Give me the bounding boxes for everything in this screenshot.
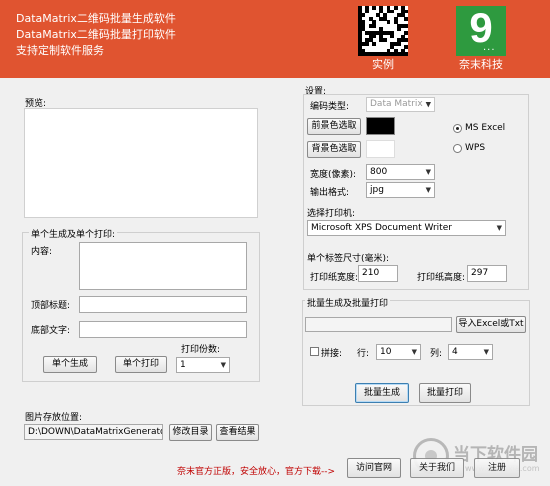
chevron-down-icon: ▼ [483, 348, 489, 356]
footer-message: 奈末官方正版，安全放心，官方下载--> [177, 467, 336, 477]
company-logo[interactable]: 9 ... [456, 4, 506, 56]
chevron-down-icon: ▼ [411, 348, 417, 356]
datamatrix-module [404, 31, 409, 35]
example-caption: 实例 [372, 58, 394, 71]
datamatrix-example-image[interactable] [358, 6, 409, 57]
copies-select[interactable]: 1 ▼ [176, 357, 230, 373]
foreground-color-swatch[interactable] [366, 117, 395, 135]
view-results-button[interactable]: 查看结果 [216, 424, 259, 441]
single-print-button[interactable]: 单个打印 [115, 356, 167, 373]
datamatrix-module [404, 38, 409, 42]
row-value: 10 [380, 347, 392, 357]
logo-dots: ... [483, 42, 496, 53]
chevron-down-icon: ▼ [220, 361, 226, 369]
storage-label: 图片存放位置: [25, 413, 83, 423]
batch-panel-title: 批量生成及批量打印 [305, 296, 391, 309]
encoding-select[interactable]: Data Matrix ▼ [366, 97, 435, 112]
datamatrix-module [372, 23, 377, 28]
format-select[interactable]: jpg ▼ [366, 182, 435, 198]
row-label: 行: [357, 349, 370, 359]
printer-value: Microsoft XPS Document Writer [311, 223, 452, 233]
datamatrix-module [365, 9, 369, 14]
change-directory-button[interactable]: 修改目录 [169, 424, 212, 441]
datamatrix-module [372, 34, 377, 39]
datamatrix-module [372, 41, 377, 46]
batch-print-button[interactable]: 批量打印 [419, 383, 471, 403]
datamatrix-module [365, 41, 369, 46]
ms-excel-radio[interactable] [453, 124, 462, 133]
preview-area [24, 108, 258, 218]
header-line-1: DataMatrix二维码批量生成软件 [16, 12, 176, 25]
chevron-down-icon: ▼ [425, 168, 431, 176]
bottom-text-input[interactable] [79, 321, 247, 338]
header-line-2: DataMatrix二维码批量打印软件 [16, 28, 176, 41]
background-color-swatch[interactable] [366, 140, 395, 158]
paper-width-input[interactable]: 210 [358, 265, 398, 282]
storage-path-input[interactable]: D:\DOWN\DataMatrixGenerator [24, 424, 163, 440]
content-label: 内容: [31, 247, 53, 257]
datamatrix-module [390, 34, 394, 39]
content-textarea[interactable] [79, 242, 247, 290]
visit-website-button[interactable]: 访问官网 [347, 458, 401, 478]
wps-label: WPS [465, 143, 486, 153]
paper-width-label: 打印纸宽度: [310, 273, 359, 283]
column-select[interactable]: 4 ▼ [448, 344, 493, 360]
concat-label: 拼接: [321, 349, 343, 359]
format-value: jpg [370, 185, 384, 195]
paper-height-label: 打印纸高度: [417, 273, 466, 283]
register-button[interactable]: 注册 [474, 458, 520, 478]
datamatrix-module [404, 23, 409, 28]
header-line-3: 支持定制软件服务 [16, 44, 104, 57]
import-path-input[interactable] [305, 317, 452, 332]
batch-generate-button[interactable]: 批量生成 [355, 383, 409, 403]
datamatrix-module [404, 45, 409, 50]
wps-radio[interactable] [453, 144, 462, 153]
top-title-label: 顶部标题: [31, 301, 71, 311]
top-title-input[interactable] [79, 296, 247, 313]
datamatrix-module [390, 9, 394, 14]
single-panel-title: 单个生成及单个打印: [29, 227, 118, 240]
encoding-label: 编码类型: [310, 102, 350, 112]
foreground-color-button[interactable]: 前景色选取 [307, 118, 361, 135]
chevron-down-icon: ▼ [425, 186, 431, 194]
chevron-down-icon: ▼ [425, 100, 431, 108]
header-banner: DataMatrix二维码批量生成软件 DataMatrix二维码批量打印软件 … [0, 0, 550, 78]
copies-value: 1 [180, 360, 186, 370]
label-size-label: 单个标签尺寸(毫米): [307, 254, 390, 264]
format-label: 输出格式: [310, 188, 350, 198]
row-select[interactable]: 10 ▼ [376, 344, 421, 360]
logo-glyph: 9 [469, 4, 493, 51]
about-us-button[interactable]: 关于我们 [410, 458, 464, 478]
datamatrix-module [386, 20, 391, 25]
printer-select[interactable]: Microsoft XPS Document Writer ▼ [307, 220, 506, 236]
app-window: DataMatrix二维码批量生成软件 DataMatrix二维码批量打印软件 … [0, 0, 550, 486]
datamatrix-module [383, 38, 387, 42]
column-label: 列: [430, 349, 443, 359]
width-label: 宽度(像素): [310, 170, 357, 180]
datamatrix-module [397, 27, 402, 32]
concat-checkbox[interactable] [310, 347, 319, 356]
width-select[interactable]: 800 ▼ [366, 164, 435, 180]
datamatrix-module [393, 6, 398, 10]
printer-label: 选择打印机: [307, 209, 356, 219]
datamatrix-module [361, 13, 366, 17]
bottom-text-label: 底部文字: [31, 326, 71, 336]
company-caption: 奈末科技 [459, 58, 503, 71]
width-value: 800 [370, 167, 388, 177]
datamatrix-module [404, 16, 409, 21]
datamatrix-module [397, 41, 402, 46]
datamatrix-module [372, 6, 377, 10]
datamatrix-module [404, 9, 409, 14]
ms-excel-label: MS Excel [465, 123, 506, 133]
paper-height-input[interactable]: 297 [467, 265, 507, 282]
encoding-value: Data Matrix [370, 99, 423, 109]
copies-label: 打印份数: [181, 345, 221, 355]
import-excel-txt-button[interactable]: 导入Excel或Txt [456, 316, 526, 333]
chevron-down-icon: ▼ [496, 224, 502, 232]
column-value: 4 [452, 347, 458, 357]
background-color-button[interactable]: 背景色选取 [307, 141, 361, 158]
single-generate-button[interactable]: 单个生成 [43, 356, 97, 373]
